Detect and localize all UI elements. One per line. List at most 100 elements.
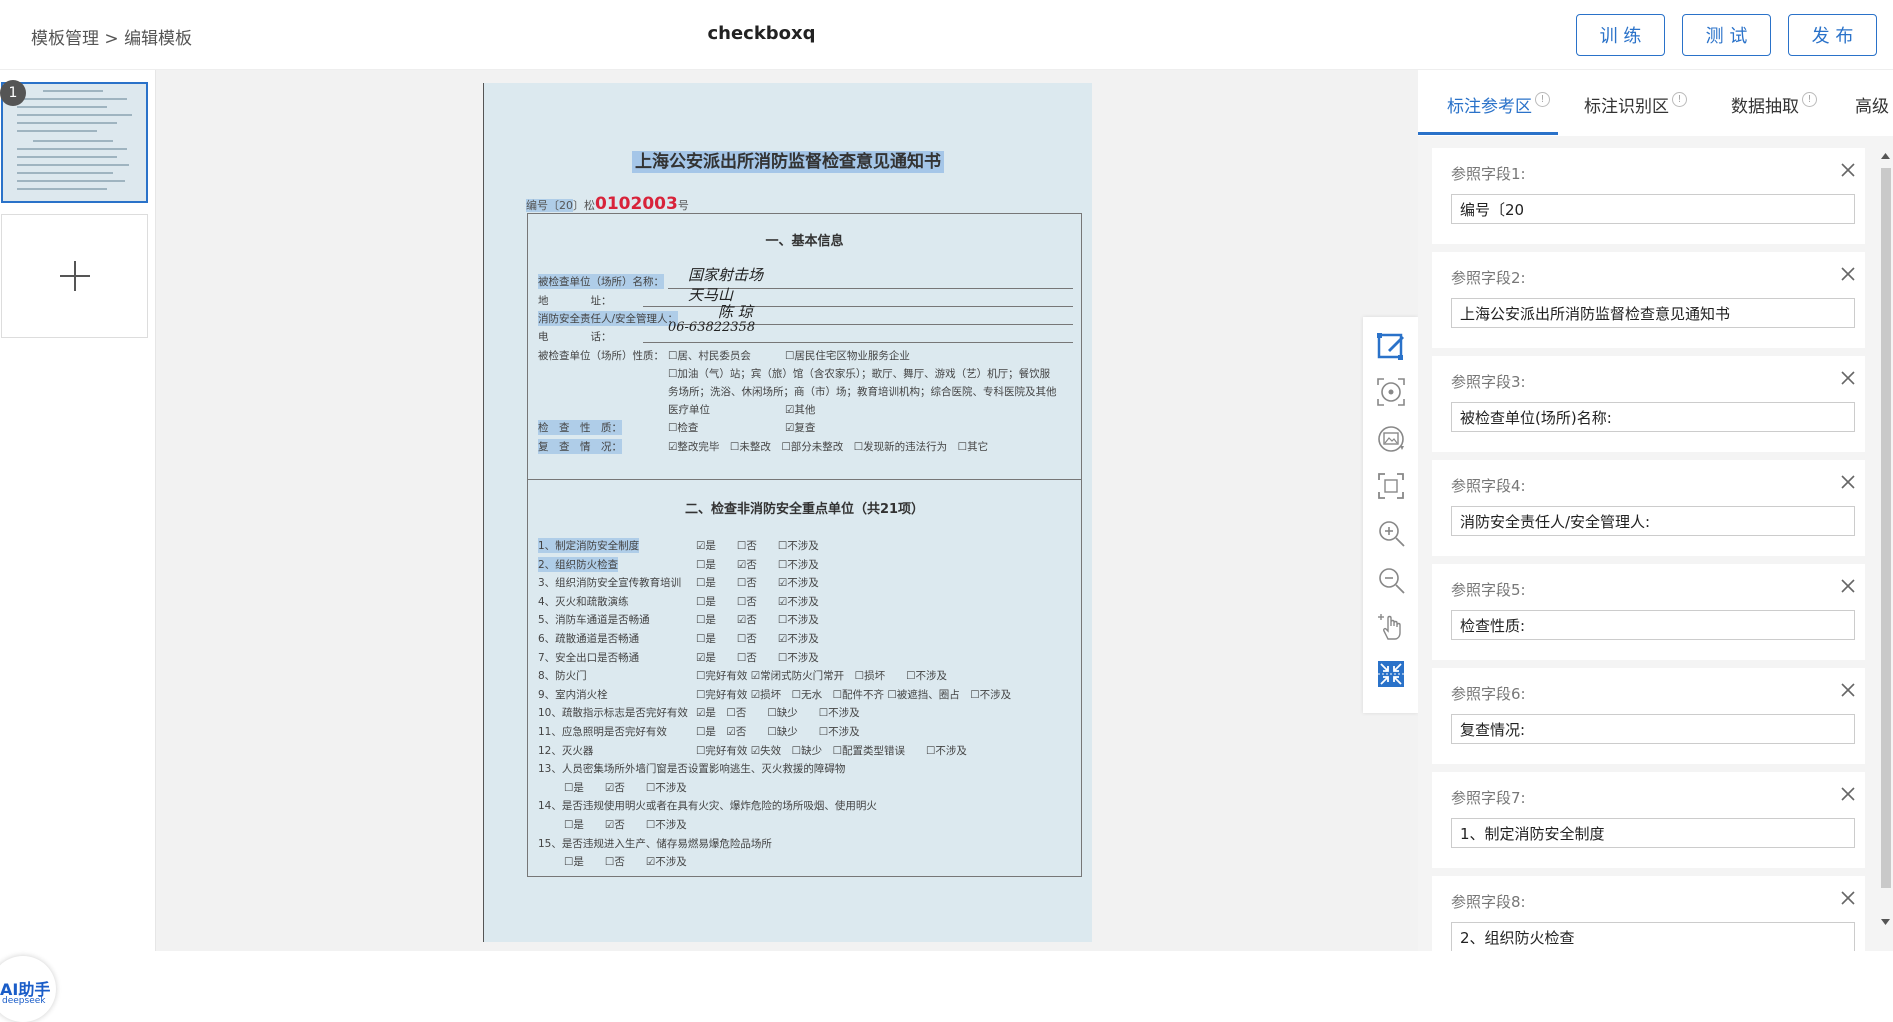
ai-assistant-button[interactable]: AI助手 deepseek: [0, 956, 56, 1022]
reference-field-input[interactable]: 复查情况:: [1451, 714, 1855, 744]
doc-item-options: ☐是 ☑否 ☐不涉及: [696, 614, 819, 627]
close-icon: [1841, 683, 1855, 697]
test-button[interactable]: 测 试: [1682, 14, 1771, 56]
reference-field-input[interactable]: 消防安全责任人/安全管理人:: [1451, 506, 1855, 536]
doc-review-label: 复 查 情 况：: [538, 439, 622, 454]
close-icon: [1841, 787, 1855, 801]
doc-item-text: 14、是否违规使用明火或者在具有火灾、爆炸危险的场所吸烟、使用明火: [538, 800, 877, 813]
doc-item-text: 10、疏散指示标志是否完好有效: [538, 707, 688, 720]
remove-field-button[interactable]: [1838, 368, 1858, 388]
close-icon: [1841, 475, 1855, 489]
reference-field-input[interactable]: 编号〔20: [1451, 194, 1855, 224]
collapse-tool[interactable]: [1375, 658, 1407, 690]
doc-item-options: ☐完好有效 ☑失效 ☐缺少 ☐配置类型错误 ☐不涉及: [696, 744, 967, 757]
tab-reference-area[interactable]: 标注参考区!: [1447, 92, 1550, 117]
reference-field-label: 参照字段1:: [1451, 165, 1526, 183]
close-icon: [1841, 163, 1855, 177]
doc-item-options: ☐是 ☑否 ☐不涉及: [564, 781, 687, 794]
doc-item-options: ☐是 ☐否 ☑不涉及: [696, 595, 819, 608]
doc-phone-label: 电 话：: [538, 331, 612, 343]
doc-nature-opt2: ☐居民住宅区物业服务企业: [785, 350, 910, 362]
draw-box-icon: [1377, 333, 1404, 360]
doc-nature-label: 被检查单位（场所）性质：: [538, 350, 664, 362]
doc-review-opts: ☑整改完毕 ☐未整改 ☐部分未整改 ☐发现新的违法行为 ☐其它: [668, 441, 989, 453]
collapse-icon: [1378, 661, 1404, 687]
remove-field-button[interactable]: [1838, 784, 1858, 804]
doc-item-options: ☐是 ☐否 ☑不涉及: [696, 633, 819, 645]
tab-bar: 标注参考区! 标注识别区! 数据抽取! 高级: [1418, 70, 1893, 136]
plus-icon: [59, 261, 90, 291]
reference-field-label: 参照字段5:: [1451, 581, 1526, 599]
reference-field-card: 参照字段7: 1、制定消防安全制度: [1432, 772, 1865, 868]
reference-field-label: 参照字段8:: [1451, 893, 1526, 911]
remove-field-button[interactable]: [1838, 576, 1858, 596]
image-rotate-tool[interactable]: [1375, 423, 1407, 455]
doc-manager-label: 消防安全责任人/安全管理人：: [538, 311, 679, 326]
doc-item-options: ☐是 ☐否 ☑不涉及: [696, 577, 819, 590]
locate-tool[interactable]: [1375, 376, 1407, 408]
draw-box-tool[interactable]: [1375, 329, 1407, 361]
add-page-button[interactable]: [1, 214, 148, 338]
reference-field-label: 参照字段6:: [1451, 685, 1526, 703]
fit-screen-icon: [1378, 473, 1404, 499]
doc-item-text: 5、消防车通道是否畅通: [538, 614, 650, 627]
remove-field-button[interactable]: [1838, 888, 1858, 908]
doc-address-label: 地 址：: [538, 295, 612, 307]
train-button[interactable]: 训 练: [1576, 14, 1665, 56]
doc-item-text: 9、室内消火栓: [538, 688, 608, 701]
doc-item-text: 11、应急照明是否完好有效: [538, 726, 667, 738]
doc-item-text: 3、组织消防安全宣传教育培训: [538, 577, 682, 590]
pan-hand-tool[interactable]: [1375, 611, 1407, 643]
scroll-up-icon[interactable]: [1878, 150, 1893, 162]
reference-field-card: 参照字段2: 上海公安派出所消防监督检查意见通知书: [1432, 252, 1865, 348]
tab-data-extraction[interactable]: 数据抽取!: [1731, 92, 1817, 117]
doc-item-text: 12、灭火器: [538, 744, 594, 757]
reference-field-card: 参照字段5: 检查性质:: [1432, 564, 1865, 660]
doc-check-opt2: ☑复查: [785, 422, 816, 434]
document-page[interactable]: 上海公安派出所消防监督检查意见通知书 编号〔20〕松0102003号 一、基本信…: [483, 83, 1092, 942]
doc-item-options: ☐是 ☑否 ☐不涉及: [564, 819, 687, 831]
reference-field-label: 参照字段7:: [1451, 789, 1526, 807]
publish-button[interactable]: 发 布: [1788, 14, 1877, 56]
remove-field-button[interactable]: [1838, 160, 1858, 180]
doc-item-text: 15、是否违规进入生产、储存易燃易爆危险品场所: [538, 837, 772, 850]
reference-field-list[interactable]: 参照字段1: 编号〔20 参照字段2: 上海公安派出所消防监督检查意见通知书 参照字段3…: [1432, 148, 1865, 951]
reference-field-input[interactable]: 1、制定消防安全制度: [1451, 818, 1855, 848]
remove-field-button[interactable]: [1838, 264, 1858, 284]
doc-item-options: ☑是 ☐否 ☐不涉及: [696, 651, 819, 664]
doc-item-text: 2、组织防火检查: [538, 556, 619, 572]
document-canvas[interactable]: 上海公安派出所消防监督检查意见通知书 编号〔20〕松0102003号 一、基本信…: [156, 70, 1418, 951]
doc-item-text: 8、防火门: [538, 670, 587, 683]
field-list-scrollbar[interactable]: [1878, 148, 1893, 951]
doc-item-options: ☐完好有效 ☑损坏 ☐无水 ☐配件不齐 ☐被遮挡、圈占 ☐不涉及: [696, 688, 1012, 701]
info-icon: !: [1535, 92, 1550, 107]
doc-item-options: ☐是 ☑否 ☐缺少 ☐不涉及: [696, 726, 860, 738]
reference-field-input[interactable]: 被检查单位(场所)名称:: [1451, 402, 1855, 432]
reference-field-input[interactable]: 检查性质:: [1451, 610, 1855, 640]
zoom-out-tool[interactable]: [1375, 564, 1407, 596]
zoom-in-tool[interactable]: [1375, 517, 1407, 549]
tab-recognition-area[interactable]: 标注识别区!: [1584, 92, 1687, 117]
doc-divider: [528, 479, 1081, 480]
zoom-in-icon: [1379, 521, 1405, 547]
fit-screen-tool[interactable]: [1375, 470, 1407, 502]
tab-advanced[interactable]: 高级: [1855, 92, 1889, 117]
doc-item-text: 1、制定消防安全制度: [538, 538, 640, 553]
active-tab-indicator: [1418, 132, 1558, 135]
reference-field-input[interactable]: 2、组织防火检查: [1451, 922, 1855, 951]
scroll-down-icon[interactable]: [1878, 916, 1893, 928]
hand-icon: [1378, 614, 1401, 640]
doc-nature-line3: 务场所；洗浴、休闲场所；商（市）场；教育培训机构；综合医院、专科医院及其他: [668, 386, 1057, 398]
close-icon: [1841, 579, 1855, 593]
scrollbar-thumb[interactable]: [1881, 168, 1891, 888]
close-icon: [1841, 891, 1855, 905]
remove-field-button[interactable]: [1838, 472, 1858, 492]
right-panel: 标注参考区! 标注识别区! 数据抽取! 高级 参照字段1: 编号〔20 参照字段2:…: [1418, 70, 1893, 951]
doc-nature-line4: 医疗单位: [668, 404, 710, 416]
page-title: checkboxq: [707, 23, 816, 44]
remove-field-button[interactable]: [1838, 680, 1858, 700]
doc-title: 上海公安派出所消防监督检查意见通知书: [484, 147, 1092, 173]
reference-field-input[interactable]: 上海公安派出所消防监督检查意见通知书: [1451, 298, 1855, 328]
doc-manager-value: 陈 琼: [718, 303, 753, 321]
doc-section2-title: 二、检查非消防安全重点单位（共21项）: [684, 502, 925, 517]
